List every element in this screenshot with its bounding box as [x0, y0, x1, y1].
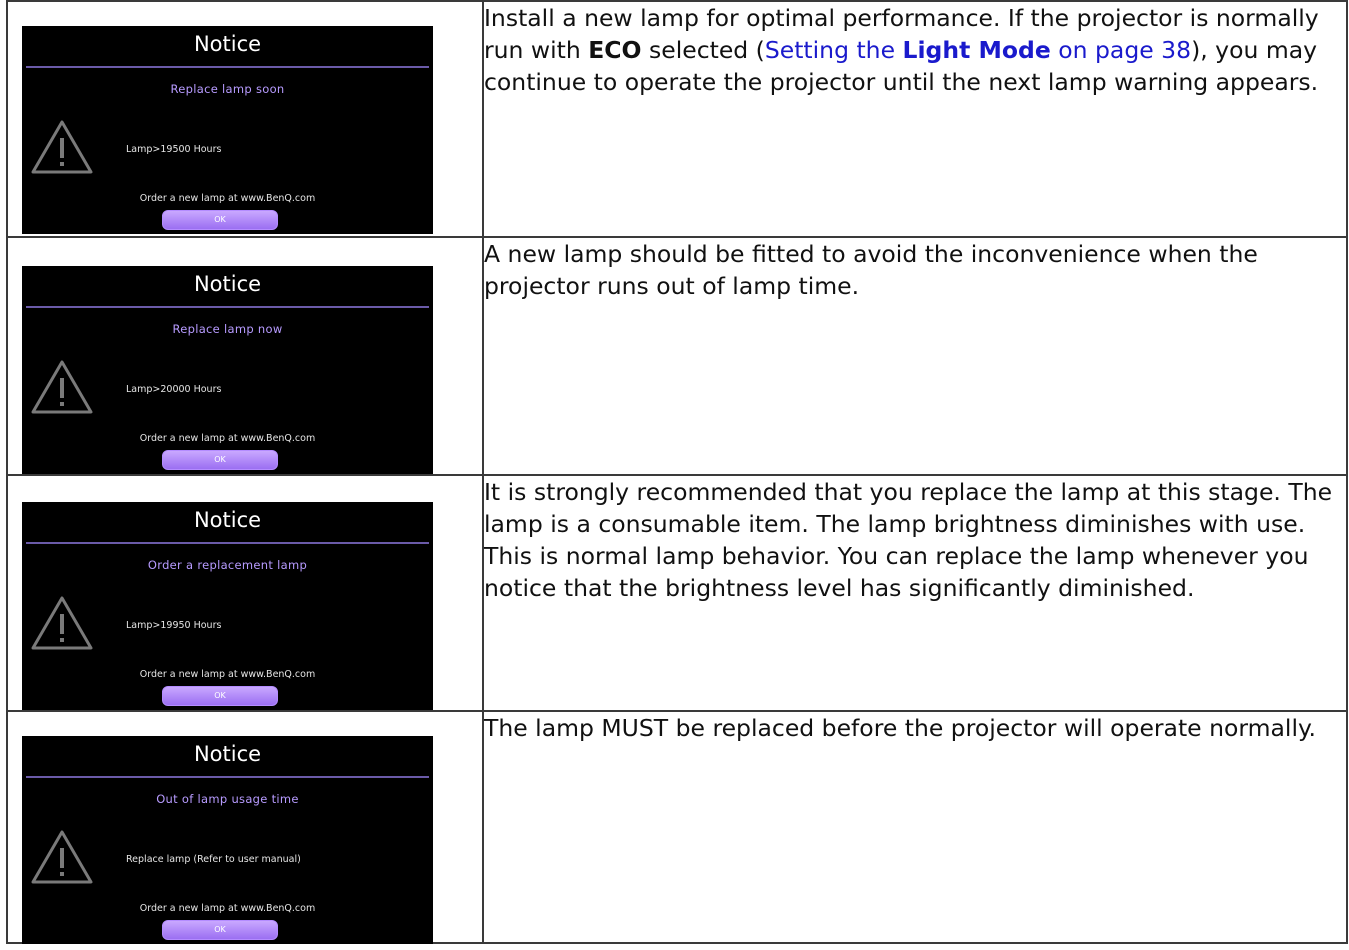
description-cell: The lamp MUST be replaced before the pro… — [482, 710, 1348, 944]
dialog-message: Out of lamp usage time — [156, 792, 299, 806]
description-text: It is strongly recommended that you repl… — [484, 478, 1333, 602]
dialog-order-text: Order a new lamp at www.BenQ.com — [139, 193, 316, 204]
dialog-detail: Lamp>20000 Hours — [126, 384, 222, 395]
notice-dialog: Notice Order a replacement lamp Lamp>199… — [22, 502, 433, 710]
table-row: Notice Order a replacement lamp Lamp>199… — [6, 474, 1348, 712]
warning-triangle-icon — [31, 360, 93, 414]
lamp-notice-table: Notice Replace lamp soon Lamp>19500 Hour… — [6, 0, 1348, 944]
dialog-image-cell: Notice Out of lamp usage time Replace la… — [6, 710, 484, 944]
description-text: The lamp MUST be replaced before the pro… — [484, 714, 1317, 742]
dialog-order-text: Order a new lamp at www.BenQ.com — [139, 903, 316, 914]
dialog-order-text: Order a new lamp at www.BenQ.com — [139, 433, 316, 444]
dialog-image-cell: Notice Replace lamp soon Lamp>19500 Hour… — [6, 0, 484, 238]
dialog-divider — [26, 542, 429, 544]
notice-dialog: Notice Replace lamp now Lamp>20000 Hours… — [22, 266, 433, 474]
notice-dialog: Notice Out of lamp usage time Replace la… — [22, 736, 433, 944]
dialog-order-text: Order a new lamp at www.BenQ.com — [139, 669, 316, 680]
dialog-title: Notice — [193, 272, 262, 296]
dialog-image-cell: Notice Order a replacement lamp Lamp>199… — [6, 474, 484, 712]
dialog-detail: Lamp>19500 Hours — [126, 144, 222, 155]
description-cell: Install a new lamp for optimal performan… — [482, 0, 1348, 238]
description-cell: A new lamp should be fitted to avoid the… — [482, 236, 1348, 476]
warning-triangle-icon — [31, 120, 93, 174]
dialog-divider — [26, 66, 429, 68]
dialog-detail: Replace lamp (Refer to user manual) — [126, 854, 301, 865]
description-text: A new lamp should be fitted to avoid the… — [484, 240, 1258, 300]
description-text: Install a new lamp for optimal performan… — [484, 4, 1319, 96]
light-mode-link[interactable]: Setting the Light Mode on page 38 — [765, 36, 1191, 64]
table-row: Notice Replace lamp now Lamp>20000 Hours… — [6, 236, 1348, 476]
notice-dialog: Notice Replace lamp soon Lamp>19500 Hour… — [22, 26, 433, 234]
table-row: Notice Out of lamp usage time Replace la… — [6, 710, 1348, 944]
dialog-title: Notice — [193, 742, 262, 766]
dialog-message: Order a replacement lamp — [147, 558, 308, 572]
eco-keyword: ECO — [588, 36, 642, 64]
warning-triangle-icon — [31, 830, 93, 884]
dialog-detail: Lamp>19950 Hours — [126, 620, 222, 631]
description-cell: It is strongly recommended that you repl… — [482, 474, 1348, 712]
dialog-title: Notice — [193, 32, 262, 56]
table-row: Notice Replace lamp soon Lamp>19500 Hour… — [6, 0, 1348, 238]
dialog-divider — [26, 776, 429, 778]
dialog-divider — [26, 306, 429, 308]
warning-triangle-icon — [31, 596, 93, 650]
ok-button[interactable]: OK — [162, 450, 278, 470]
ok-button[interactable]: OK — [162, 686, 278, 706]
dialog-image-cell: Notice Replace lamp now Lamp>20000 Hours… — [6, 236, 484, 476]
ok-button[interactable]: OK — [162, 210, 278, 230]
ok-button[interactable]: OK — [162, 920, 278, 940]
dialog-message: Replace lamp now — [172, 322, 283, 336]
dialog-message: Replace lamp soon — [170, 82, 285, 96]
dialog-title: Notice — [193, 508, 262, 532]
